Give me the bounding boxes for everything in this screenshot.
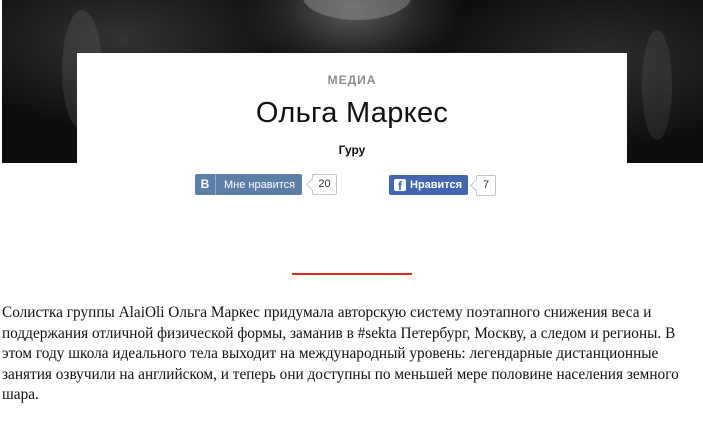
- section-divider: [292, 273, 412, 275]
- facebook-icon: f: [394, 179, 406, 191]
- page-title: Ольга Маркес: [255, 97, 449, 129]
- article-subtitle: Гуру: [338, 143, 366, 157]
- article-header-card: МЕДИА Ольга Маркес Гуру: [77, 53, 627, 163]
- fb-like-label: Нравится: [410, 179, 463, 191]
- vk-like-label: Мне нравится: [224, 178, 296, 191]
- fb-like-button[interactable]: f Нравится: [389, 175, 468, 195]
- vk-icon: B: [195, 174, 216, 195]
- article-category[interactable]: МЕДИА: [77, 73, 627, 87]
- fb-like-count: 7: [476, 175, 496, 196]
- vk-like-count-value: 20: [318, 178, 331, 190]
- vk-like-button[interactable]: B Мне нравится: [195, 174, 302, 195]
- hero-highlight: [642, 30, 672, 140]
- article-lead-paragraph: Солистка группы AlaiOli Ольга Маркес при…: [2, 304, 679, 403]
- vk-like-count: 20: [312, 174, 337, 195]
- hero-highlight: [302, 0, 412, 20]
- fb-like-count-value: 7: [482, 179, 490, 191]
